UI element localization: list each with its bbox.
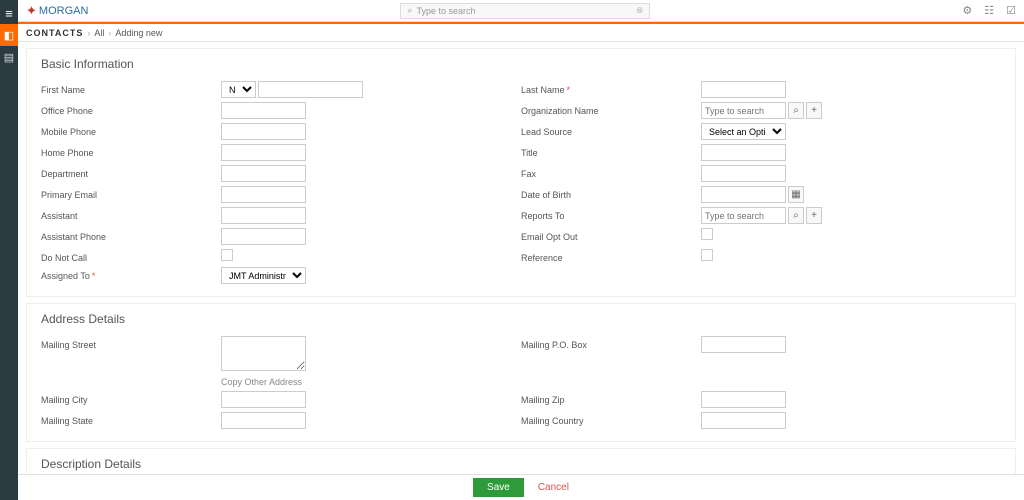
brand-logo: ✦MORGAN: [26, 3, 88, 19]
department-input[interactable]: [221, 165, 306, 182]
mobile-phone-input[interactable]: [221, 123, 306, 140]
sidebar-item-reports[interactable]: ▤: [0, 46, 18, 68]
org-search-icon[interactable]: ⌕: [788, 102, 804, 119]
first-name-input[interactable]: [258, 81, 363, 98]
calendar-picker-icon[interactable]: ▦: [788, 186, 804, 203]
assistant-phone-input[interactable]: [221, 228, 306, 245]
dob-input[interactable]: [701, 186, 786, 203]
section-desc-title: Description Details: [41, 457, 1001, 471]
office-phone-input[interactable]: [221, 102, 306, 119]
section-address: Address Details Mailing Street Copy Othe…: [26, 303, 1016, 442]
mailing-po-input[interactable]: [701, 336, 786, 353]
calendar-icon[interactable]: ☷: [984, 4, 994, 17]
sidebar-item-contacts[interactable]: ◧: [0, 24, 18, 46]
copy-address-link[interactable]: Copy Other Address: [221, 377, 306, 387]
section-basic: Basic Information First Name None Last N…: [26, 48, 1016, 297]
label-office-phone: Office Phone: [41, 102, 221, 116]
label-org-name: Organization Name: [521, 102, 701, 116]
label-department: Department: [41, 165, 221, 179]
clear-search-icon[interactable]: ⊗: [636, 5, 644, 16]
mailing-zip-input[interactable]: [701, 391, 786, 408]
assigned-to-select[interactable]: JMT Administrator: [221, 267, 306, 284]
breadcrumb-module[interactable]: CONTACTS: [26, 28, 83, 38]
label-reports-to: Reports To: [521, 207, 701, 221]
reports-add-icon[interactable]: +: [806, 207, 822, 224]
section-basic-title: Basic Information: [41, 57, 1001, 71]
form-footer: Save Cancel: [18, 474, 1024, 500]
reports-to-input[interactable]: [701, 207, 786, 224]
form-content: Basic Information First Name None Last N…: [18, 42, 1024, 500]
breadcrumb-current: Adding new: [115, 28, 162, 38]
breadcrumb-all[interactable]: All: [94, 28, 104, 38]
global-search[interactable]: ⌕ Type to search ⊗: [400, 3, 650, 19]
save-button[interactable]: Save: [473, 478, 524, 497]
org-add-icon[interactable]: +: [806, 102, 822, 119]
menu-toggle-icon[interactable]: ≡: [0, 3, 18, 24]
label-email-opt-out: Email Opt Out: [521, 228, 701, 242]
fax-input[interactable]: [701, 165, 786, 182]
title-input[interactable]: [701, 144, 786, 161]
do-not-call-checkbox[interactable]: [221, 249, 233, 261]
mailing-country-input[interactable]: [701, 412, 786, 429]
mailing-street-input[interactable]: [221, 336, 306, 371]
topbar: ✦MORGAN ⌕ Type to search ⊗ ⚙ ☷ ☑: [18, 0, 1024, 22]
search-icon: ⌕: [407, 5, 412, 16]
reference-checkbox[interactable]: [701, 249, 713, 261]
gear-icon[interactable]: ⚙: [962, 4, 972, 17]
label-first-name: First Name: [41, 81, 221, 95]
tasks-icon[interactable]: ☑: [1006, 4, 1016, 17]
breadcrumb: CONTACTS › All › Adding new: [18, 24, 1024, 42]
label-mailing-po: Mailing P.O. Box: [521, 336, 701, 350]
label-fax: Fax: [521, 165, 701, 179]
lead-source-select[interactable]: Select an Option: [701, 123, 786, 140]
search-placeholder: Type to search: [416, 6, 475, 16]
label-assigned-to: Assigned To: [41, 271, 90, 281]
label-mailing-city: Mailing City: [41, 391, 221, 405]
label-mobile-phone: Mobile Phone: [41, 123, 221, 137]
label-home-phone: Home Phone: [41, 144, 221, 158]
label-reference: Reference: [521, 249, 701, 263]
label-title: Title: [521, 144, 701, 158]
label-last-name: Last Name: [521, 85, 565, 95]
label-mailing-zip: Mailing Zip: [521, 391, 701, 405]
email-opt-out-checkbox[interactable]: [701, 228, 713, 240]
label-assistant-phone: Assistant Phone: [41, 228, 221, 242]
assistant-input[interactable]: [221, 207, 306, 224]
label-lead-source: Lead Source: [521, 123, 701, 137]
prefix-select[interactable]: None: [221, 81, 256, 98]
reports-search-icon[interactable]: ⌕: [788, 207, 804, 224]
primary-email-input[interactable]: [221, 186, 306, 203]
label-mailing-country: Mailing Country: [521, 412, 701, 426]
sidebar: ≡ ◧ ▤: [0, 0, 18, 500]
label-mailing-street: Mailing Street: [41, 336, 221, 350]
label-mailing-state: Mailing State: [41, 412, 221, 426]
cancel-button[interactable]: Cancel: [538, 482, 569, 493]
label-assistant: Assistant: [41, 207, 221, 221]
mailing-state-input[interactable]: [221, 412, 306, 429]
section-address-title: Address Details: [41, 312, 1001, 326]
home-phone-input[interactable]: [221, 144, 306, 161]
org-name-input[interactable]: [701, 102, 786, 119]
label-do-not-call: Do Not Call: [41, 249, 221, 263]
label-dob: Date of Birth: [521, 186, 701, 200]
last-name-input[interactable]: [701, 81, 786, 98]
label-primary-email: Primary Email: [41, 186, 221, 200]
mailing-city-input[interactable]: [221, 391, 306, 408]
